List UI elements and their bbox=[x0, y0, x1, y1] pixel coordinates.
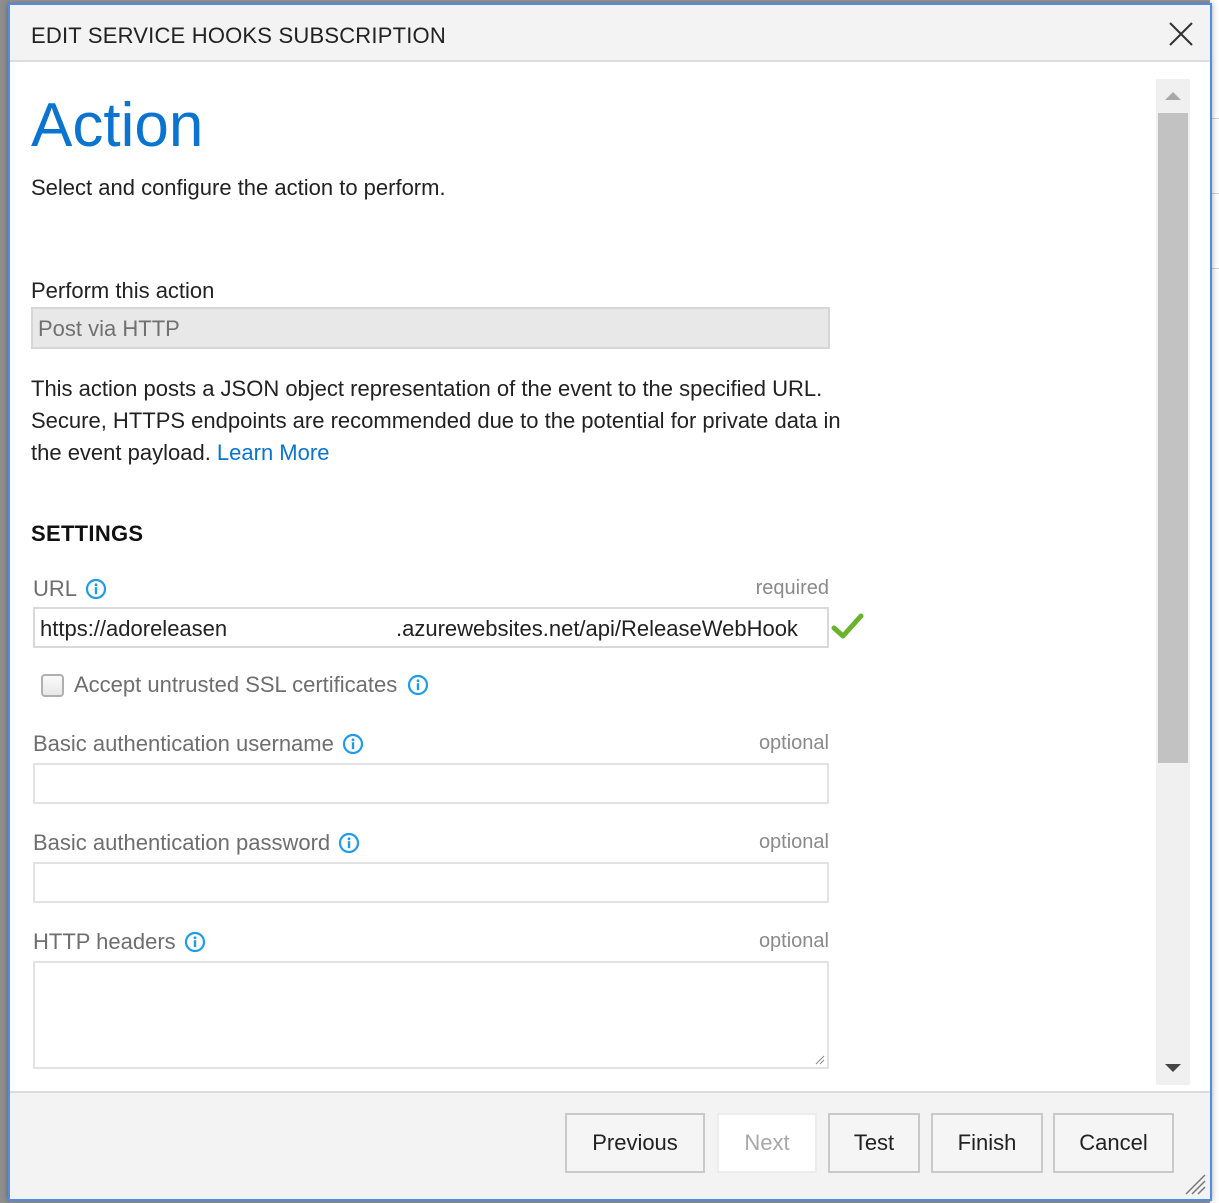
accept-untrusted-ssl-row: Accept untrusted SSL certificates bbox=[41, 672, 429, 698]
page-subheading: Select and configure the action to perfo… bbox=[31, 175, 446, 200]
url-label-text: URL bbox=[33, 576, 78, 601]
settings-heading: SETTINGS bbox=[31, 521, 144, 546]
next-button[interactable]: Next bbox=[717, 1113, 817, 1173]
action-label: Perform this action bbox=[31, 278, 214, 304]
dialog-titlebar: EDIT SERVICE HOOKS SUBSCRIPTION bbox=[10, 5, 1210, 62]
close-button[interactable] bbox=[1168, 21, 1194, 47]
url-label: URL bbox=[33, 576, 107, 602]
username-optional-hint: optional bbox=[758, 732, 829, 754]
info-icon[interactable] bbox=[85, 578, 107, 600]
dialog-content: Action Select and configure the action t… bbox=[10, 64, 1210, 1095]
chevron-down-icon bbox=[1165, 1064, 1181, 1072]
username-input[interactable] bbox=[33, 763, 829, 804]
learn-more-link[interactable]: Learn More bbox=[217, 440, 330, 465]
headers-label-text: HTTP headers bbox=[33, 929, 176, 954]
url-input[interactable]: https://adoreleasen .azurewebsites.net/a… bbox=[33, 607, 829, 648]
resize-grip-icon[interactable] bbox=[815, 1055, 825, 1065]
headers-textarea[interactable] bbox=[33, 961, 829, 1069]
dialog-footer: Previous Next Test Finish Cancel bbox=[10, 1091, 1210, 1199]
test-button[interactable]: Test bbox=[828, 1113, 920, 1173]
scroll-up-button[interactable] bbox=[1156, 79, 1190, 113]
scroll-thumb[interactable] bbox=[1158, 113, 1188, 763]
url-value-end: .azurewebsites.net/api/ReleaseWebHook bbox=[396, 616, 798, 641]
edit-subscription-dialog: EDIT SERVICE HOOKS SUBSCRIPTION Action S… bbox=[8, 3, 1212, 1201]
scroll-down-button[interactable] bbox=[1156, 1051, 1190, 1085]
window-resize-grip-icon[interactable] bbox=[1184, 1173, 1206, 1195]
action-label-text: Perform this action bbox=[31, 278, 215, 303]
headers-label: HTTP headers bbox=[33, 929, 206, 955]
info-icon[interactable] bbox=[338, 832, 360, 854]
info-icon[interactable] bbox=[184, 931, 206, 953]
chevron-up-icon bbox=[1165, 92, 1181, 100]
username-label: Basic authentication username bbox=[33, 731, 364, 757]
password-optional-hint: optional bbox=[758, 831, 829, 853]
action-select[interactable]: Post via HTTP bbox=[31, 307, 830, 349]
close-icon bbox=[1169, 22, 1193, 46]
accept-untrusted-ssl-checkbox[interactable] bbox=[41, 673, 64, 697]
password-input[interactable] bbox=[33, 862, 829, 903]
description-text: This action posts a JSON object represen… bbox=[31, 376, 841, 465]
password-label-text: Basic authentication password bbox=[33, 830, 331, 855]
url-required-hint: required bbox=[755, 577, 829, 599]
checkmark-icon bbox=[831, 613, 864, 639]
page-heading: Action bbox=[31, 91, 204, 160]
info-icon[interactable] bbox=[407, 674, 429, 696]
previous-button[interactable]: Previous bbox=[565, 1113, 705, 1173]
info-icon[interactable] bbox=[342, 733, 364, 755]
content-scrollbar[interactable] bbox=[1156, 79, 1190, 1085]
password-label: Basic authentication password bbox=[33, 830, 360, 856]
url-value-start: https://adoreleasen bbox=[40, 616, 228, 641]
dialog-title: EDIT SERVICE HOOKS SUBSCRIPTION bbox=[31, 23, 446, 48]
cancel-button[interactable]: Cancel bbox=[1053, 1113, 1174, 1173]
username-label-text: Basic authentication username bbox=[33, 731, 334, 756]
finish-button[interactable]: Finish bbox=[931, 1113, 1043, 1173]
headers-optional-hint: optional bbox=[758, 930, 829, 952]
accept-untrusted-ssl-label[interactable]: Accept untrusted SSL certificates bbox=[74, 672, 397, 698]
action-description: This action posts a JSON object represen… bbox=[31, 373, 851, 469]
